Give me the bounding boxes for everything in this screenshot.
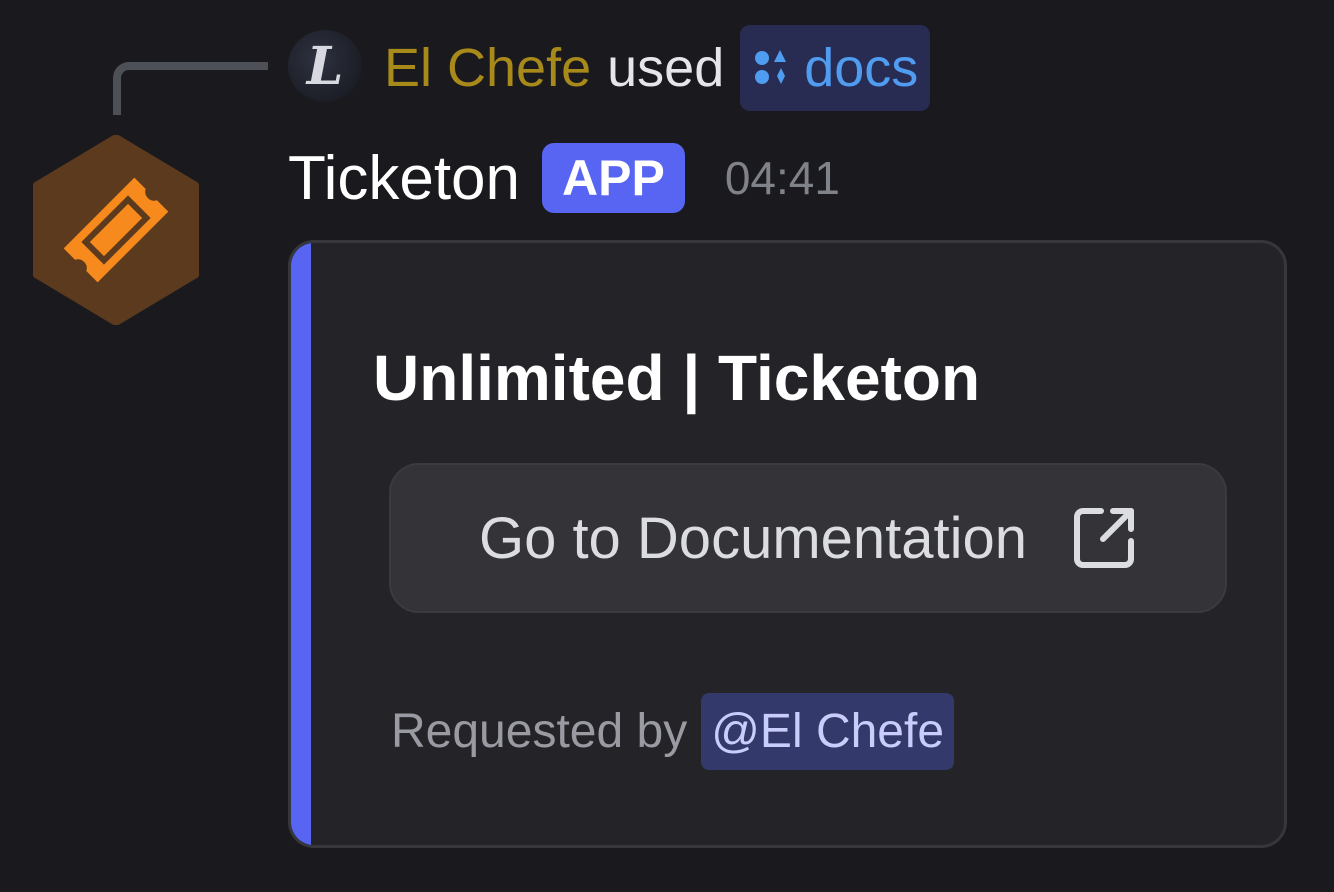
reply-connector: [113, 62, 268, 115]
reply-user-avatar[interactable]: L: [288, 30, 362, 102]
command-name: docs: [804, 38, 919, 98]
used-label: used: [607, 38, 725, 98]
footer-prefix: Requested by: [391, 705, 688, 758]
app-command-icon: [755, 50, 787, 84]
embed-title: Unlimited | Ticketon: [373, 342, 981, 414]
user-mention[interactable]: @El Chefe: [701, 693, 955, 770]
external-link-icon: [1074, 508, 1135, 568]
reply-preview: El Chefe used docs: [384, 25, 931, 111]
timestamp[interactable]: 04:41: [725, 151, 840, 205]
go-to-documentation-button[interactable]: Go to Documentation: [389, 463, 1227, 613]
ticket-icon[interactable]: [32, 135, 200, 325]
reply-username[interactable]: El Chefe: [384, 37, 591, 99]
avatar-letter: L: [306, 35, 344, 97]
command-pill[interactable]: docs: [740, 25, 931, 111]
message-header: Ticketon APP 04:41: [288, 140, 840, 216]
embed: Unlimited | Ticketon Go to Documentation…: [288, 240, 1287, 848]
embed-accent-bar: [291, 243, 313, 845]
button-label: Go to Documentation: [478, 505, 1028, 571]
embed-footer: Requested by @El Chefe: [391, 693, 955, 770]
bot-username[interactable]: Ticketon: [288, 143, 520, 214]
app-badge: APP: [542, 143, 685, 213]
